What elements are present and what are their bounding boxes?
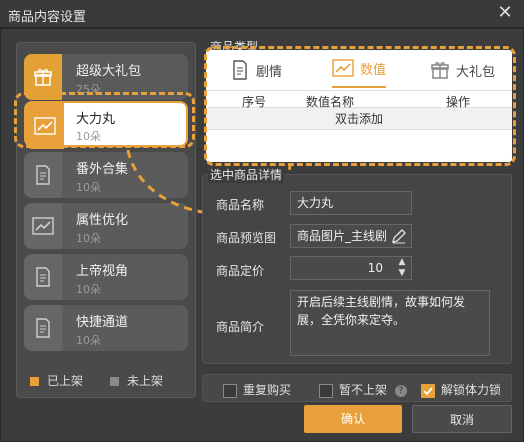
item-name: 上帝视角 xyxy=(76,264,129,279)
stepper-arrows-icon[interactable]: ▲ ▼ xyxy=(394,257,410,279)
pause-label: 暂不上架 xyxy=(339,383,388,397)
list-item[interactable]: 快捷通道 10朵 xyxy=(24,305,188,351)
name-field[interactable]: 大力丸 xyxy=(290,191,412,215)
window-title: 商品内容设置 xyxy=(8,10,87,25)
legend-on-swatch xyxy=(30,377,39,386)
checkmark-icon xyxy=(423,386,433,395)
close-icon[interactable]: ✕ xyxy=(494,2,516,24)
unlock-label: 解锁体力锁 xyxy=(441,383,502,397)
title-bar: 商品内容设置 ✕ xyxy=(0,0,524,28)
repeat-label: 重复购买 xyxy=(243,383,292,397)
legend-on-label: 已上架 xyxy=(47,374,84,388)
legend-on: 已上架 xyxy=(30,372,83,389)
description-label: 商品简介 xyxy=(216,320,265,334)
legend-off: 未上架 xyxy=(110,372,163,389)
document-icon xyxy=(24,254,62,300)
pause-listing-option[interactable]: 暂不上架 ? xyxy=(319,381,407,398)
item-count: 10朵 xyxy=(76,232,101,245)
pause-checkbox[interactable] xyxy=(319,383,333,398)
unlock-stamina-option[interactable]: 解锁体力锁 xyxy=(421,381,501,398)
item-name: 超级大礼包 xyxy=(76,64,142,79)
document-icon xyxy=(24,305,62,351)
item-name: 快捷通道 xyxy=(76,315,129,330)
item-count: 10朵 xyxy=(76,283,101,296)
preview-label: 商品预览图 xyxy=(216,231,277,245)
repeat-purchase-option[interactable]: 重复购买 xyxy=(223,381,291,398)
name-label: 商品名称 xyxy=(216,198,265,212)
list-item[interactable]: 上帝视角 10朵 xyxy=(24,254,188,300)
price-label: 商品定价 xyxy=(216,264,265,278)
description-field[interactable]: 开启后续主线剧情，故事如何发展，全凭你来定夺。 xyxy=(290,290,490,356)
repeat-checkbox[interactable] xyxy=(223,383,237,398)
unlock-checkbox[interactable] xyxy=(421,383,435,398)
confirm-button[interactable]: 确认 xyxy=(304,405,402,433)
cancel-button[interactable]: 取消 xyxy=(412,405,512,433)
line-chart-icon xyxy=(24,203,62,249)
item-count: 10朵 xyxy=(76,181,101,194)
document-icon xyxy=(24,152,62,198)
help-icon[interactable]: ? xyxy=(394,384,407,397)
legend-off-swatch xyxy=(110,377,119,386)
detail-group-title: 选中商品详情 xyxy=(208,166,285,183)
legend-off-label: 未上架 xyxy=(127,374,164,388)
item-count: 10朵 xyxy=(76,334,101,347)
options-bar: 重复购买 暂不上架 ? 解锁体力锁 xyxy=(202,374,512,402)
edit-icon[interactable] xyxy=(390,227,408,245)
